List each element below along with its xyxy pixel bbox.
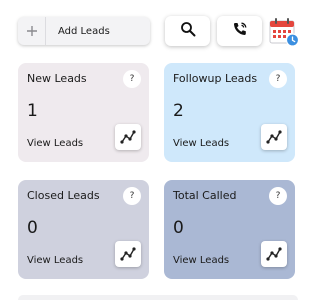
followup-leads-card[interactable]: Followup Leads ? 2 View Leads <box>164 63 295 162</box>
card-title: New Leads <box>27 72 87 85</box>
card-count: 1 <box>27 101 38 121</box>
card-title: Total Called <box>173 189 237 202</box>
top-toolbar: Add Leads <box>0 0 316 62</box>
total-called-card[interactable]: Total Called ? 0 View Leads <box>164 180 295 279</box>
next-card-edge <box>18 295 298 300</box>
trend-chart-icon[interactable] <box>115 124 141 150</box>
question-icon[interactable]: ? <box>123 187 141 205</box>
add-leads-label: Add Leads <box>58 25 110 37</box>
question-icon[interactable]: ? <box>269 187 287 205</box>
trend-chart-icon[interactable] <box>261 124 287 150</box>
view-leads-link[interactable]: View Leads <box>27 255 83 266</box>
card-count: 0 <box>173 218 184 238</box>
view-leads-link[interactable]: View Leads <box>27 138 83 149</box>
plus-icon <box>18 17 46 45</box>
card-count: 0 <box>27 218 38 238</box>
view-leads-link[interactable]: View Leads <box>173 255 229 266</box>
trend-chart-icon[interactable] <box>261 241 287 267</box>
card-title: Followup Leads <box>173 72 258 85</box>
phone-call-icon <box>232 21 248 41</box>
trend-chart-icon[interactable] <box>115 241 141 267</box>
search-icon <box>180 21 196 41</box>
card-count: 2 <box>173 101 184 121</box>
new-leads-card[interactable]: New Leads ? 1 View Leads <box>18 63 149 162</box>
question-icon[interactable]: ? <box>123 70 141 88</box>
call-button[interactable] <box>217 16 262 46</box>
card-title: Closed Leads <box>27 189 100 202</box>
question-icon[interactable]: ? <box>269 70 287 88</box>
closed-leads-card[interactable]: Closed Leads ? 0 View Leads <box>18 180 149 279</box>
search-button[interactable] <box>165 16 210 46</box>
calendar-icon[interactable] <box>268 16 300 48</box>
view-leads-link[interactable]: View Leads <box>173 138 229 149</box>
add-leads-button[interactable]: Add Leads <box>18 17 150 45</box>
